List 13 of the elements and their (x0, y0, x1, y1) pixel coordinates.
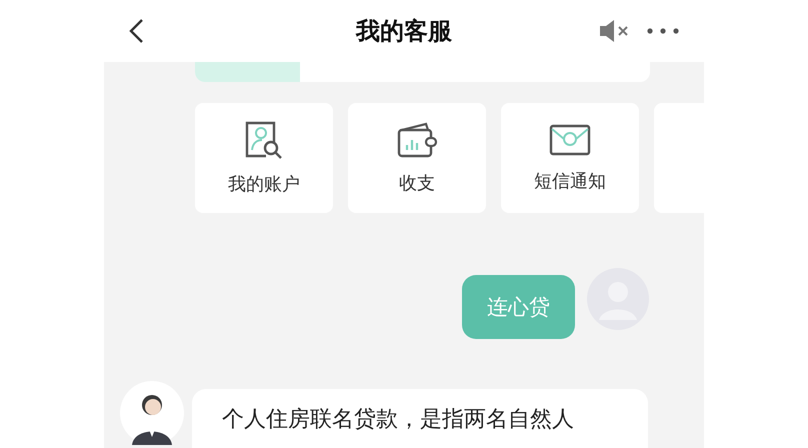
message-bubble: 个人住房联名贷款，是指两名自然人 (192, 389, 648, 448)
page-title: 我的客服 (354, 16, 453, 47)
envelope-icon (549, 123, 591, 157)
profile-search-icon (244, 120, 284, 160)
mute-icon[interactable] (598, 18, 630, 44)
message-bubble: 连心贷 (462, 275, 575, 339)
shortcut-card[interactable]: 收支 (348, 103, 486, 213)
shortcut-card[interactable]: 短信通知 (501, 103, 639, 213)
wallet-icon (396, 121, 438, 159)
shortcut-card[interactable]: 我的账户 (195, 103, 333, 213)
avatar-icon (120, 381, 184, 445)
back-icon[interactable] (128, 18, 144, 44)
more-icon[interactable] (646, 27, 680, 35)
